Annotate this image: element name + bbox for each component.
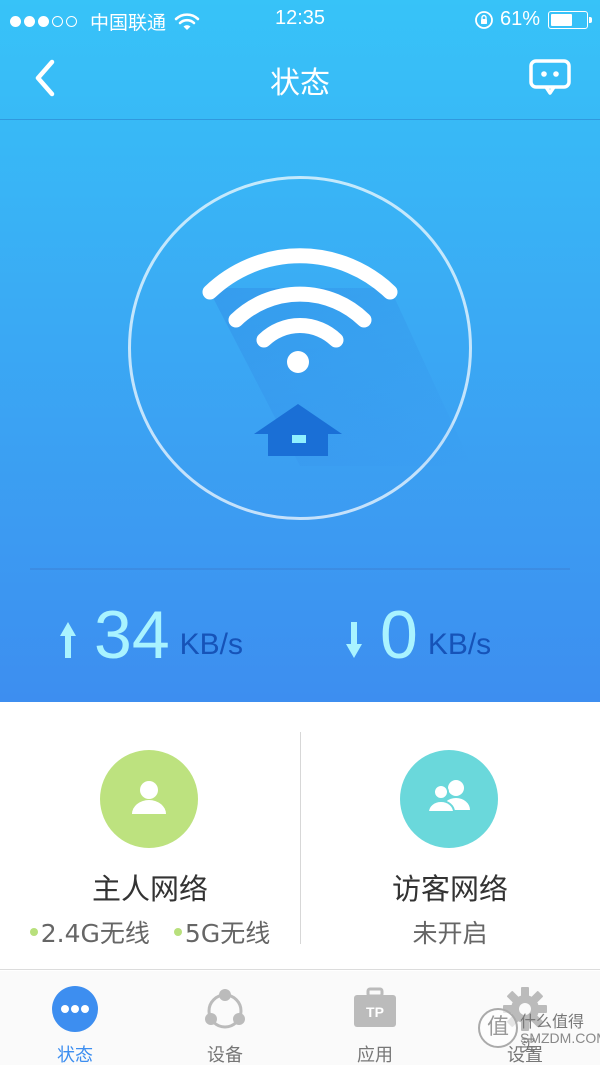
main-network-badge — [100, 750, 198, 848]
tab-apps[interactable]: TP 应用 — [300, 971, 450, 1065]
navigation-bar: 状态 — [0, 40, 600, 120]
system-status-bar: 中国联通 12:35 61% — [0, 0, 600, 40]
band-5g-label: 5G无线 — [184, 919, 271, 948]
tab-label: 设备 — [207, 1045, 243, 1065]
download-speed-value: 0 — [380, 597, 418, 673]
router-wifi-icon — [202, 248, 472, 466]
band-24g-label: 2.4G无线 — [40, 919, 150, 948]
users-group-icon — [426, 780, 470, 813]
upload-speed-unit: KB/s — [179, 628, 243, 661]
upload-speed-value: 34 — [94, 597, 170, 673]
rotation-lock-icon — [475, 10, 493, 29]
tab-devices[interactable]: 设备 — [150, 971, 300, 1065]
battery-percent: 61% — [499, 8, 540, 30]
site-watermark: 值 什么值得买 SMZDM.COM — [478, 1000, 600, 1060]
watermark-logo: 值 — [478, 1008, 518, 1048]
upload-arrow-icon — [60, 622, 76, 658]
watermark-sub: SMZDM.COM — [520, 1030, 600, 1046]
main-network-card[interactable]: 主人网络 2.4G无线 5G无线 — [0, 702, 300, 970]
status-dots-icon — [52, 986, 98, 1032]
band-24g-dot — [29, 928, 38, 936]
user-icon — [132, 781, 166, 814]
guest-network-title: 访客网络 — [391, 872, 508, 906]
download-speed-unit: KB/s — [427, 628, 492, 661]
devices-icon — [205, 989, 245, 1029]
apps-toolbox-icon: TP — [354, 987, 396, 1027]
band-24g: 2.4G无线 — [29, 914, 150, 950]
svg-text:TP: TP — [366, 1004, 384, 1020]
download-speed: 0 KB/s — [344, 596, 492, 673]
tab-label: 状态 — [57, 1045, 93, 1065]
hero-divider — [30, 568, 570, 570]
guest-network-badge — [400, 750, 498, 848]
download-arrow-icon — [346, 622, 362, 658]
message-bubble-icon[interactable] — [528, 58, 572, 98]
status-right: 61% — [474, 8, 592, 31]
main-network-title: 主人网络 — [91, 872, 208, 906]
network-cards: 主人网络 2.4G无线 5G无线 访客网络 未开启 — [0, 702, 600, 970]
upload-speed: 34 KB/s — [58, 596, 243, 673]
tab-status[interactable]: 状态 — [0, 971, 150, 1065]
guest-network-status: 未开启 — [412, 919, 488, 948]
page-title: 状态 — [270, 66, 330, 101]
battery-fill — [551, 13, 572, 26]
band-5g: 5G无线 — [173, 914, 271, 950]
status-hero-panel: 中国联通 12:35 61% 状态 34 KB/s 0 KB/s — [0, 0, 600, 702]
battery-icon — [548, 10, 592, 29]
band-5g-dot — [173, 928, 182, 936]
guest-network-card[interactable]: 访客网络 未开启 — [300, 702, 600, 970]
tab-label: 应用 — [357, 1045, 393, 1065]
main-network-bands: 2.4G无线 5G无线 — [0, 914, 300, 950]
